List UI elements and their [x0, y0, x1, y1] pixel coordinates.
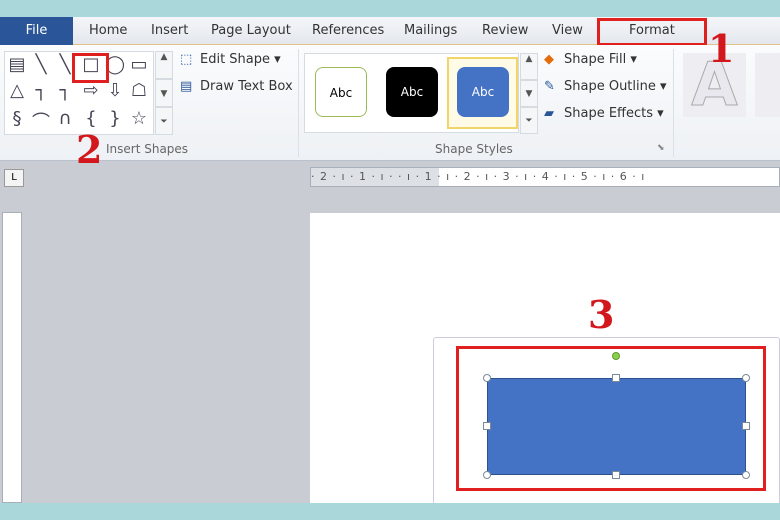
styles-more[interactable]: ⏷ [520, 107, 538, 134]
curve-shape-icon[interactable]: ∩ [53, 108, 77, 129]
left-brace-shape-icon[interactable]: { [79, 108, 103, 129]
ribbon-tabs: File Home Insert Page Layout References … [0, 17, 780, 46]
tab-stop-selector[interactable]: L [4, 169, 24, 187]
vertical-ruler[interactable] [2, 212, 22, 503]
shape-effects-button[interactable]: ▰ Shape Effects ▾ [544, 106, 664, 121]
shapes-more[interactable]: ⏷ [155, 107, 173, 135]
insert-shapes-group-label: Insert Shapes [106, 142, 189, 156]
tab-review[interactable]: Review [482, 23, 528, 38]
tab-home[interactable]: Home [89, 23, 127, 38]
step-number-3: 3 [588, 292, 615, 337]
elbow-arrow-connector-icon[interactable]: ┐ [53, 80, 77, 101]
shapes-scroll-up[interactable]: ▲ [155, 51, 173, 79]
shape-style-outline[interactable]: Abc [315, 67, 367, 117]
wordart-style-partial[interactable] [755, 53, 780, 117]
group-separator [673, 49, 674, 157]
document-page[interactable] [310, 213, 780, 503]
tab-view[interactable]: View [552, 23, 583, 38]
tab-mailings[interactable]: Mailings [404, 23, 457, 38]
star-shape-icon[interactable]: ☆ [127, 108, 151, 129]
shapes-scroll-down[interactable]: ▼ [155, 79, 173, 107]
right-brace-shape-icon[interactable]: } [103, 108, 127, 129]
tab-file[interactable]: File [0, 17, 73, 45]
right-arrow-shape-icon[interactable]: ⇨ [79, 80, 103, 101]
triangle-shape-icon[interactable]: △ [5, 80, 29, 101]
highlight-rectangle-shape [72, 53, 109, 83]
down-arrow-shape-icon[interactable]: ⇩ [103, 80, 127, 101]
tab-page-layout[interactable]: Page Layout [211, 23, 291, 38]
word-window: File Home Insert Page Layout References … [0, 17, 780, 503]
text-box-icon: ▤ [180, 79, 193, 94]
freeform-shape-icon[interactable]: ☖ [127, 80, 151, 101]
tab-references[interactable]: References [312, 23, 384, 38]
shape-fill-button[interactable]: ◆ Shape Fill ▾ [544, 52, 637, 67]
highlight-drawn-shape [456, 346, 766, 491]
text-box-shape-icon[interactable]: ▤ [5, 54, 29, 75]
scribble-shape-icon[interactable]: § [5, 108, 29, 129]
shape-style-black[interactable]: Abc [386, 67, 438, 117]
tab-insert[interactable]: Insert [151, 23, 188, 38]
pencil-outline-icon: ✎ [544, 79, 555, 94]
shape-styles-group-label: Shape Styles [435, 142, 513, 156]
line-shape-icon[interactable]: ╲ [29, 54, 53, 75]
step-number-1: 1 [708, 26, 735, 71]
shape-effects-icon: ▰ [544, 106, 554, 121]
arc-shape-icon[interactable]: ⌒ [29, 108, 53, 134]
group-separator [298, 49, 299, 157]
dialog-launcher-icon[interactable]: ⬊ [657, 143, 665, 153]
elbow-connector-icon[interactable]: ┐ [29, 80, 53, 101]
rounded-rectangle-shape-icon[interactable]: ▭ [127, 54, 151, 75]
edit-shape-button[interactable]: ⬚ Edit Shape ▾ [180, 52, 281, 67]
shape-outline-button[interactable]: ✎ Shape Outline ▾ [544, 79, 667, 94]
paint-bucket-icon: ◆ [544, 52, 554, 67]
horizontal-ruler[interactable]: · 2 · ı · 1 · ı · · ı · 1 · ı · 2 · ı · … [310, 167, 780, 187]
edit-shape-icon: ⬚ [180, 52, 193, 67]
shape-style-blue[interactable]: Abc [457, 67, 509, 117]
highlight-format-tab [597, 18, 707, 46]
draw-text-box-button[interactable]: ▤ Draw Text Box [180, 79, 293, 94]
step-number-2: 2 [76, 127, 103, 172]
ribbon: ▤ ╲ ╲ □ ◯ ▭ △ ┐ ┐ ⇨ ⇩ ☖ § ⌒ ∩ { } ☆ ▲ ▼ … [0, 45, 780, 161]
styles-scroll-down[interactable]: ▼ [520, 80, 538, 107]
styles-scroll-up[interactable]: ▲ [520, 53, 538, 80]
